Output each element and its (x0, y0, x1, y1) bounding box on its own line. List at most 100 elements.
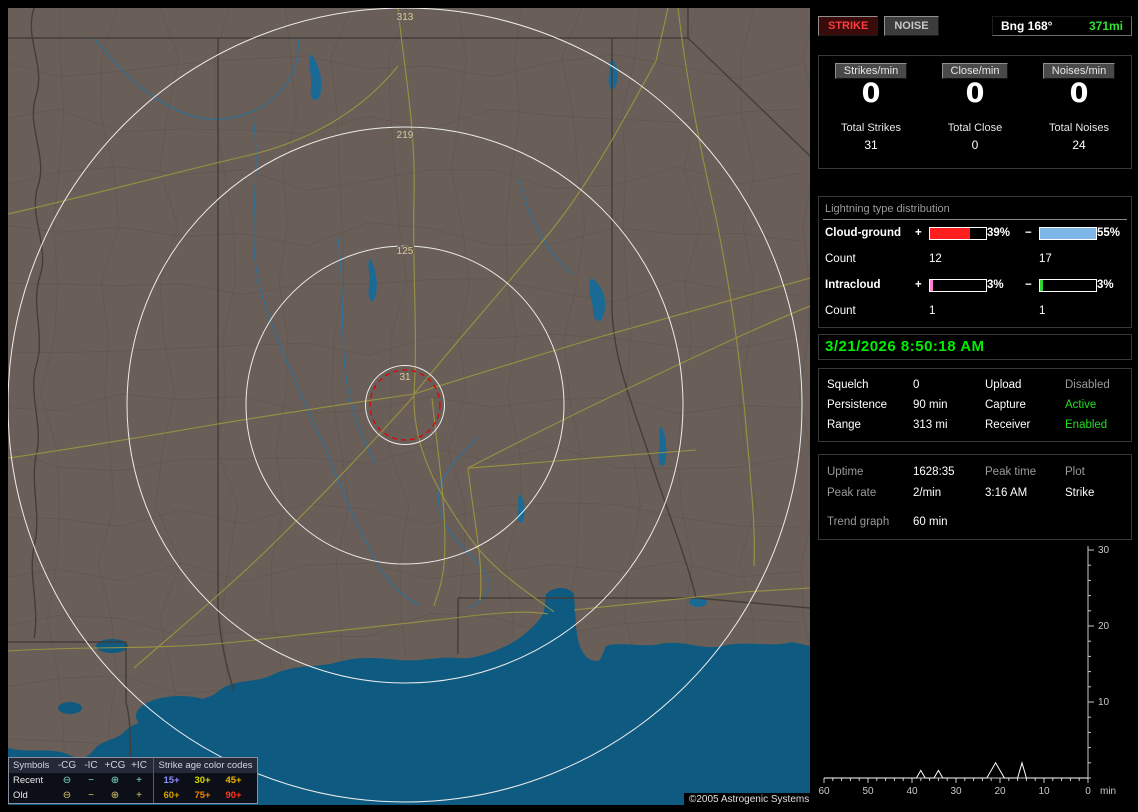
bearing-value: Bng 168° (1001, 19, 1053, 33)
legend-symbols-header: Symbols (13, 760, 50, 771)
legend-old-label: Old (13, 790, 28, 801)
ring-label-125: 125 (397, 246, 414, 257)
cloud-ground-count-row: Count 12 17 (823, 246, 1127, 272)
legend-recent-label: Recent (13, 775, 44, 786)
legend-divider (153, 758, 154, 773)
squelch-label: Squelch (827, 379, 869, 391)
cg-positive-pct: 39% (987, 227, 1011, 239)
persistence-label: Persistence (827, 399, 888, 411)
neg-ic-old-symbol: − (88, 790, 94, 801)
trend-graph: 60 50 40 30 20 10 0 min 10 20 30 (818, 542, 1132, 802)
positive-sign: + (915, 279, 922, 291)
distribution-title: Lightning type distribution (823, 201, 1127, 220)
svg-text:50: 50 (862, 786, 874, 797)
cg-negative-bar (1039, 226, 1097, 240)
total-close-label: Total Close (947, 122, 1003, 134)
neg-cg-recent-symbol: ⊖ (62, 775, 72, 786)
cloud-ground-label: Cloud-ground (825, 227, 902, 239)
positive-sign: + (915, 227, 922, 239)
upload-status: Disabled (1065, 379, 1110, 391)
age-badge-60: 60+ (163, 790, 180, 801)
receiver-status: Enabled (1065, 419, 1108, 431)
legend-header-row: Symbols -CG -IC +CG +IC Strike age color… (9, 758, 257, 773)
upload-label: Upload (985, 379, 1022, 391)
copyright: ©2005 Astrogenic Systems (684, 793, 810, 805)
plot-label: Plot (1065, 466, 1085, 478)
age-badge-45: 45+ (225, 775, 242, 786)
plot-value: Strike (1065, 487, 1095, 499)
legend-age-header: Strike age color codes (158, 760, 253, 771)
map-legend: Symbols -CG -IC +CG +IC Strike age color… (8, 757, 258, 804)
status-panel: Uptime 1628:35 Peak time Plot Peak rate … (818, 454, 1132, 540)
ic-positive-pct: 3% (987, 279, 1004, 291)
ic-positive-bar (929, 278, 987, 292)
peak-time-label: Peak time (985, 466, 1037, 478)
capture-status: Active (1065, 399, 1097, 411)
settings-row: Range 313 mi Receiver Enabled (827, 415, 1123, 435)
age-badge-15: 15+ (163, 775, 180, 786)
lightning-type-distribution: Lightning type distribution Cloud-ground… (818, 196, 1132, 328)
svg-text:30: 30 (1098, 545, 1110, 556)
svg-text:0: 0 (1085, 786, 1091, 797)
trend-chart: 60 50 40 30 20 10 0 min 10 20 30 (818, 545, 1116, 797)
lightning-map[interactable]: 313 219 125 31 Symbols -CG -IC +CG +IC S… (8, 8, 810, 805)
svg-text:20: 20 (1098, 621, 1110, 632)
receiver-label: Receiver (985, 419, 1031, 431)
intracloud-count-row: Count 1 1 (823, 298, 1127, 324)
trend-graph-row: Trend graph 60 min (827, 512, 1123, 533)
svg-text:60: 60 (818, 786, 830, 797)
datetime-display: 3/21/2026 8:50:18 AM (818, 334, 1132, 360)
noises-per-min-button[interactable]: Noises/min (1042, 63, 1116, 79)
strikes-per-min-button[interactable]: Strikes/min (834, 63, 908, 79)
squelch-value: 0 (913, 379, 920, 391)
status-row: Peak rate 2/min 3:16 AM Strike (827, 483, 1123, 504)
bearing-distance: 371mi (1088, 19, 1123, 33)
total-noises-label: Total Noises (1049, 122, 1109, 134)
cg-positive-bar (929, 226, 987, 240)
ic-negative-bar-fill (1040, 279, 1044, 291)
legend-old-row: Old ⊖ − ⊕ + 60+ 75+ 90+ (9, 788, 257, 803)
total-strikes-label: Total Strikes (841, 122, 901, 134)
ic-positive-count: 1 (929, 305, 936, 317)
cg-positive-count: 12 (929, 253, 942, 265)
range-label: Range (827, 419, 861, 431)
capture-label: Capture (985, 399, 1026, 411)
side-panel: STRIKE NOISE Bng 168° 371mi Strikes/min … (818, 8, 1132, 804)
cg-negative-count: 17 (1039, 253, 1052, 265)
peak-time-value: 3:16 AM (985, 487, 1028, 499)
ic-negative-bar (1039, 278, 1097, 292)
range-value: 313 mi (913, 419, 948, 431)
legend-recent-row: Recent ⊖ − ⊕ + 15+ 30+ 45+ (9, 773, 257, 788)
ic-negative-pct: 3% (1097, 279, 1114, 291)
svg-text:20: 20 (994, 786, 1006, 797)
bearing-display: Bng 168° 371mi (992, 16, 1132, 36)
cg-negative-pct: 55% (1097, 227, 1121, 239)
strike-button[interactable]: STRIKE (818, 16, 879, 36)
map-canvas[interactable]: 313 219 125 31 (8, 8, 810, 805)
legend-col-pos-ic: +IC (131, 760, 147, 771)
svg-text:10: 10 (1098, 697, 1110, 708)
noise-button[interactable]: NOISE (884, 16, 939, 36)
pos-ic-old-symbol: + (136, 790, 142, 801)
trend-graph-label: Trend graph (827, 516, 890, 528)
legend-divider (153, 773, 154, 788)
count-label: Count (825, 253, 856, 265)
negative-sign: − (1025, 279, 1032, 291)
settings-panel: Squelch 0 Upload Disabled Persistence 90… (818, 368, 1132, 442)
mode-controls: STRIKE NOISE Bng 168° 371mi (818, 12, 1132, 40)
pos-cg-old-symbol: ⊕ (110, 790, 120, 801)
svg-text:30: 30 (950, 786, 962, 797)
cg-positive-bar-fill (930, 227, 970, 239)
app-window: 313 219 125 31 Symbols -CG -IC +CG +IC S… (0, 0, 1138, 812)
close-per-min-button[interactable]: Close/min (941, 63, 1009, 79)
age-badge-90: 90+ (225, 790, 242, 801)
datetime-value: 3/21/2026 8:50:18 AM (825, 338, 985, 355)
strikes-per-min-value: 0 (861, 78, 881, 109)
cg-negative-bar-fill (1040, 227, 1096, 239)
legend-col-neg-cg: -CG (57, 760, 77, 771)
intracloud-label: Intracloud (825, 279, 881, 291)
uptime-label: Uptime (827, 466, 864, 478)
strikes-per-min-column: Strikes/min 0 Total Strikes 31 (819, 56, 923, 168)
negative-sign: − (1025, 227, 1032, 239)
rate-counters: Strikes/min 0 Total Strikes 31 Close/min… (818, 55, 1132, 169)
